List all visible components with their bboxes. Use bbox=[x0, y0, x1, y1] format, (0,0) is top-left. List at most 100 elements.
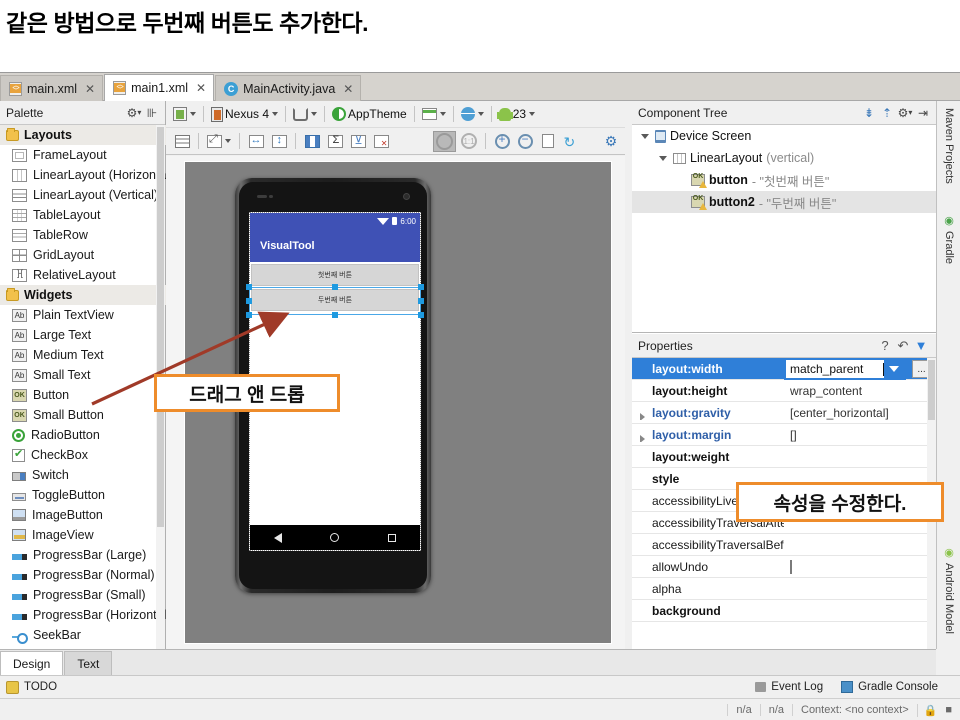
tool-window-maven-projects[interactable]: Maven Projects bbox=[937, 103, 960, 203]
palette-item-linearlayout-horizontal[interactable]: LinearLayout (Horizontal) bbox=[0, 165, 166, 185]
close-icon[interactable]: ✕ bbox=[343, 82, 353, 96]
zoom-in-button[interactable] bbox=[492, 131, 512, 152]
theme-selector-button[interactable]: AppTheme bbox=[330, 104, 409, 125]
palette-item-gridlayout[interactable]: GridLayout bbox=[0, 245, 166, 265]
scrollbar-thumb[interactable] bbox=[157, 127, 164, 527]
tool-window-gradle[interactable]: ◉ Gradle bbox=[937, 209, 960, 279]
gradle-console-label[interactable]: Gradle Console bbox=[858, 681, 938, 693]
palette-item-tablerow[interactable]: TableRow bbox=[0, 225, 166, 245]
property-row-layout-width[interactable]: layout:width match_parent ... bbox=[632, 358, 936, 380]
zoom-fit-button[interactable] bbox=[538, 131, 558, 152]
palette-item-progressbar-small[interactable]: ProgressBar (Small) bbox=[0, 585, 166, 605]
todo-label[interactable]: TODO bbox=[24, 681, 57, 693]
resize-handle-ne[interactable] bbox=[418, 284, 424, 290]
property-row-layout-height[interactable]: layout:height wrap_content bbox=[632, 380, 936, 402]
property-row-layout-margin[interactable]: layout:margin [] bbox=[632, 424, 936, 446]
palette-group-widgets[interactable]: Widgets bbox=[0, 285, 166, 305]
tree-node-button[interactable]: button - "첫번째 버튼" bbox=[632, 169, 936, 191]
expand-all-icon[interactable]: ⇟ bbox=[860, 104, 878, 122]
palette-item-large-text[interactable]: Large Text bbox=[0, 325, 166, 345]
collapse-panel-icon[interactable]: ⇥ bbox=[914, 104, 932, 122]
sum-weights-button[interactable] bbox=[325, 131, 345, 152]
resize-handle-nw[interactable] bbox=[246, 284, 252, 290]
tab-text[interactable]: Text bbox=[64, 651, 112, 675]
recents-nav-icon[interactable] bbox=[388, 534, 396, 542]
palette-item-relativelayout[interactable]: RelativeLayout bbox=[0, 265, 166, 285]
expander-icon[interactable] bbox=[640, 413, 645, 420]
checkbox-icon[interactable] bbox=[790, 560, 792, 574]
palette-item-progressbar-horizontal[interactable]: ProgressBar (Horizontal) bbox=[0, 605, 166, 625]
memory-indicator-icon[interactable]: ■ bbox=[943, 704, 960, 716]
gear-dropdown-icon[interactable]: ⚙▾ bbox=[896, 104, 914, 122]
palette-item-tablelayout[interactable]: TableLayout bbox=[0, 205, 166, 225]
distribute-columns-button[interactable] bbox=[302, 131, 322, 152]
home-nav-icon[interactable] bbox=[330, 533, 339, 542]
baseline-align-button[interactable] bbox=[348, 131, 368, 152]
tree-node-device-screen[interactable]: Device Screen bbox=[632, 125, 936, 147]
resize-handle-sw[interactable] bbox=[246, 312, 252, 318]
palette-item-progressbar-normal[interactable]: ProgressBar (Normal) bbox=[0, 565, 166, 585]
palette-item-small-button[interactable]: Small Button bbox=[0, 405, 166, 425]
chevron-down-icon[interactable] bbox=[884, 360, 904, 378]
property-row-background[interactable]: background bbox=[632, 600, 936, 622]
device-preview-button[interactable] bbox=[171, 104, 198, 125]
property-value[interactable]: [center_horizontal] bbox=[784, 406, 936, 420]
lock-icon[interactable]: 🔒 bbox=[917, 704, 944, 717]
palette-item-linearlayout-vertical[interactable]: LinearLayout (Vertical) bbox=[0, 185, 166, 205]
palette-item-imagebutton[interactable]: ImageButton bbox=[0, 505, 166, 525]
property-row-layout-weight[interactable]: layout:weight bbox=[632, 446, 936, 468]
filter-funnel-icon[interactable]: ▼ bbox=[912, 337, 930, 355]
palette-item-togglebutton[interactable]: ToggleButton bbox=[0, 485, 166, 505]
palette-item-plain-textview[interactable]: Plain TextView bbox=[0, 305, 166, 325]
restore-default-icon[interactable]: ↶ bbox=[894, 337, 912, 355]
show-layout-lines-button[interactable] bbox=[172, 131, 192, 152]
expander-icon[interactable] bbox=[658, 153, 669, 164]
tab-design[interactable]: Design bbox=[0, 651, 63, 675]
property-value[interactable]: wrap_content bbox=[784, 384, 936, 398]
expand-collapse-button[interactable] bbox=[205, 131, 233, 152]
close-icon[interactable]: ✕ bbox=[85, 82, 95, 96]
zoom-actual-button[interactable]: 1:1 bbox=[459, 131, 479, 152]
editor-tab-mainactivity-java[interactable]: C MainActivity.java ✕ bbox=[215, 75, 361, 101]
resize-handle-s[interactable] bbox=[332, 312, 338, 318]
palette-item-checkbox[interactable]: CheckBox bbox=[0, 445, 166, 465]
palette-item-list[interactable]: Layouts FrameLayout LinearLayout (Horizo… bbox=[0, 125, 166, 649]
property-value-input[interactable]: match_parent bbox=[786, 362, 883, 376]
collapse-panel-icon[interactable]: ⊪ bbox=[143, 104, 161, 122]
api-level-button[interactable]: 23 bbox=[497, 104, 537, 125]
palette-item-button[interactable]: Button bbox=[0, 385, 166, 405]
expander-icon[interactable] bbox=[640, 131, 651, 142]
palette-item-small-text[interactable]: Small Text bbox=[0, 365, 166, 385]
property-row-alpha[interactable]: alpha bbox=[632, 578, 936, 600]
pan-tool-button[interactable] bbox=[433, 131, 456, 152]
event-log-label[interactable]: Event Log bbox=[771, 681, 823, 693]
palette-item-seekbar[interactable]: SeekBar bbox=[0, 625, 166, 645]
property-value[interactable]: [] bbox=[784, 428, 936, 442]
settings-button[interactable]: ⚙ bbox=[601, 131, 621, 152]
palette-item-medium-text[interactable]: Medium Text bbox=[0, 345, 166, 365]
panel-divider[interactable] bbox=[625, 101, 632, 649]
activity-selector-button[interactable] bbox=[420, 104, 448, 125]
gear-dropdown-icon[interactable]: ⚙▾ bbox=[125, 104, 143, 122]
editor-tab-main1-xml[interactable]: main1.xml ✕ bbox=[104, 74, 214, 101]
expander-icon[interactable] bbox=[640, 435, 645, 442]
palette-item-progressbar-large[interactable]: ProgressBar (Large) bbox=[0, 545, 166, 565]
refresh-render-button[interactable]: ↻ bbox=[561, 131, 581, 152]
clear-constraints-button[interactable] bbox=[371, 131, 391, 152]
back-nav-icon[interactable] bbox=[274, 533, 282, 543]
property-value-editor[interactable]: match_parent bbox=[784, 358, 906, 380]
orientation-button[interactable] bbox=[291, 104, 319, 125]
resize-handle-w[interactable] bbox=[246, 298, 252, 304]
resize-handle-e[interactable] bbox=[418, 298, 424, 304]
tree-node-linearlayout[interactable]: LinearLayout (vertical) bbox=[632, 147, 936, 169]
editor-tab-main-xml[interactable]: main.xml ✕ bbox=[0, 75, 103, 101]
collapse-all-icon[interactable]: ⇡ bbox=[878, 104, 896, 122]
help-icon[interactable]: ? bbox=[876, 337, 894, 355]
preview-button-1[interactable]: 첫번째 버튼 bbox=[251, 264, 419, 286]
palette-item-framelayout[interactable]: FrameLayout bbox=[0, 145, 166, 165]
resize-handle-n[interactable] bbox=[332, 284, 338, 290]
palette-item-switch[interactable]: Switch bbox=[0, 465, 166, 485]
vertical-spacing-button[interactable] bbox=[269, 131, 289, 152]
palette-item-imageview[interactable]: ImageView bbox=[0, 525, 166, 545]
zoom-out-button[interactable] bbox=[515, 131, 535, 152]
